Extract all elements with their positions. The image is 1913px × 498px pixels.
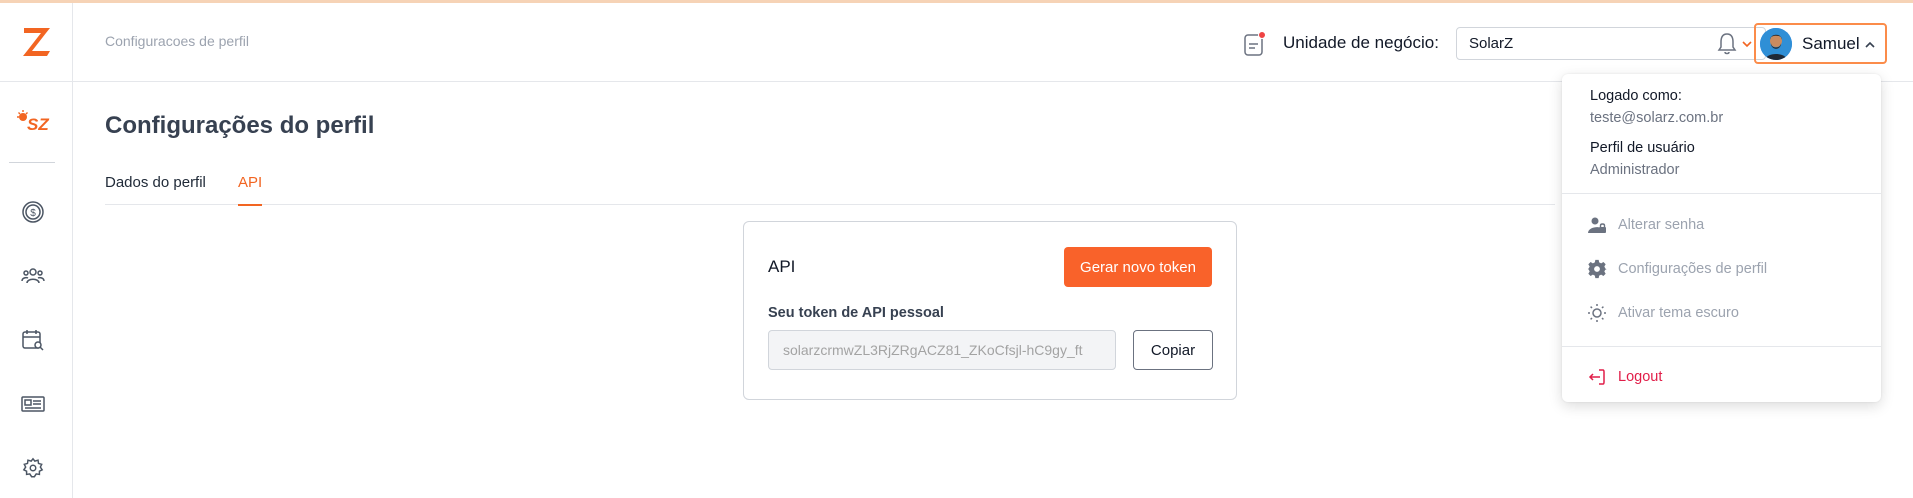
sidebar-item-settings[interactable] [20, 455, 46, 481]
tab-api[interactable]: API [238, 174, 263, 206]
notifications-button[interactable] [1716, 31, 1740, 57]
user-profile-label: Perfil de usuário [1590, 140, 1695, 156]
logout-button[interactable]: Logout [1586, 363, 1856, 391]
api-card: API Gerar novo token Seu token de API pe… [743, 221, 1237, 400]
chevron-up-icon [1865, 41, 1875, 48]
business-unit-label: Unidade de negócio: [1283, 33, 1439, 52]
menu-item-label: Alterar senha [1618, 217, 1705, 233]
logout-label: Logout [1618, 369, 1663, 385]
profile-tabs: Dados do perfil API [105, 170, 1555, 206]
token-field[interactable] [768, 330, 1116, 370]
tab-api-label: API [238, 174, 263, 191]
breadcrumb: Configuracoes de perfil [105, 33, 249, 49]
calendar-search-icon [22, 330, 44, 351]
sidebar-item-finance[interactable]: $ [20, 199, 46, 225]
notes-button[interactable] [1242, 30, 1268, 58]
gear-icon [1586, 258, 1608, 280]
menu-divider [1562, 193, 1881, 194]
dollar-circle-icon: $ [22, 201, 44, 223]
newspaper-icon [21, 396, 45, 412]
top-header: Configuracoes de perfil Unidade de negóc… [73, 3, 1913, 82]
sidebar-divider [9, 162, 55, 163]
sidebar-item-calendar[interactable] [20, 327, 46, 353]
gear-icon [22, 457, 44, 478]
copy-token-button[interactable]: Copiar [1133, 330, 1213, 370]
logout-icon [1586, 366, 1608, 388]
sz-brand-logo[interactable]: SZ [16, 109, 58, 135]
user-profile-value: Administrador [1590, 162, 1680, 178]
api-card-title: API [768, 257, 796, 276]
user-dropdown-menu: Logado como: teste@solarz.com.br Perfil … [1562, 74, 1881, 402]
chevron-down-icon [1742, 41, 1752, 48]
svg-text:SZ: SZ [27, 115, 49, 134]
user-name: Samuel [1802, 33, 1860, 53]
bell-icon [1717, 33, 1737, 55]
business-unit-value: SolarZ [1469, 35, 1514, 52]
menu-item-dark-theme[interactable]: Ativar tema escuro [1586, 299, 1856, 327]
generate-token-button[interactable]: Gerar novo token [1064, 247, 1212, 287]
app-logo[interactable] [0, 3, 73, 82]
user-email: teste@solarz.com.br [1590, 110, 1724, 126]
user-avatar-icon [1760, 27, 1792, 60]
z-logo-icon [22, 28, 50, 56]
sun-icon [1586, 302, 1608, 324]
menu-item-profile-settings[interactable]: Configurações de perfil [1586, 255, 1856, 283]
avatar [1760, 27, 1792, 60]
user-lock-icon [1586, 214, 1608, 236]
logged-as-label: Logado como: [1590, 88, 1682, 104]
token-label: Seu token de API pessoal [768, 305, 944, 321]
menu-item-change-password[interactable]: Alterar senha [1586, 211, 1856, 239]
user-menu-button[interactable]: Samuel [1754, 23, 1887, 64]
page-title: Configurações do perfil [105, 112, 375, 139]
sidebar: SZ $ [0, 3, 73, 498]
sz-logo-icon: SZ [17, 110, 49, 134]
menu-divider [1562, 346, 1881, 347]
active-tab-indicator [238, 204, 263, 206]
sidebar-item-news[interactable] [20, 391, 46, 417]
sidebar-item-contacts[interactable] [20, 263, 46, 289]
menu-item-label: Ativar tema escuro [1618, 305, 1739, 321]
svg-text:$: $ [30, 208, 36, 219]
tab-profile-data[interactable]: Dados do perfil [105, 174, 206, 205]
users-icon [21, 268, 45, 284]
notification-dot [1258, 31, 1266, 39]
menu-item-label: Configurações de perfil [1618, 261, 1768, 277]
